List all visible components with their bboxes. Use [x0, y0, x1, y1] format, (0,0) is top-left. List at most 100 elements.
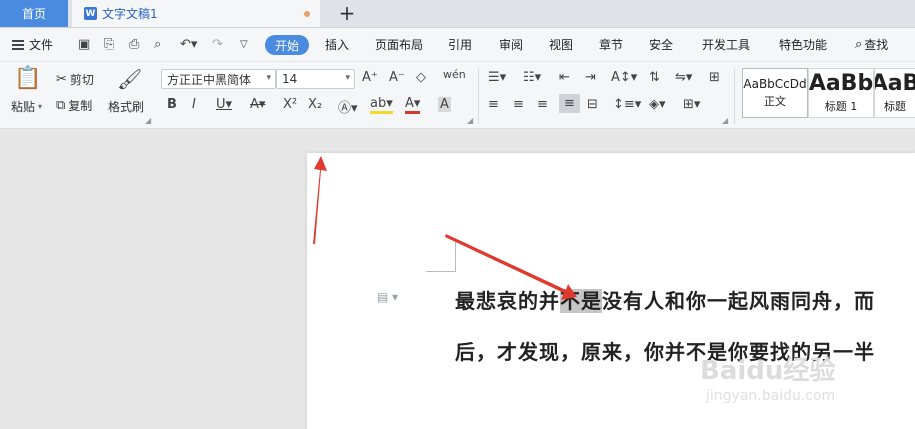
align-center-icon[interactable]: ≡ [513, 97, 524, 112]
tab-special-features[interactable]: 特色功能 [779, 36, 827, 53]
sort-icon[interactable]: ⇅ [649, 70, 660, 85]
redo-icon[interactable]: ↷ [212, 37, 223, 52]
tab-start[interactable]: 开始 [265, 35, 309, 55]
paste-label-button[interactable]: 粘贴 ▾ [11, 98, 42, 115]
tab-bar: 首页 W 文字文稿1 + [0, 0, 915, 28]
paragraph-handle-icon[interactable]: ▤ ▾ [377, 290, 398, 304]
justify-icon[interactable]: ≡ [559, 94, 580, 113]
style-label: 正文 [764, 95, 786, 108]
style-normal[interactable]: AaBbCcDd 正文 [742, 68, 808, 118]
watermark-url: jingyan.baidu.com [706, 388, 836, 404]
search-button[interactable]: ⌕ 查找 [855, 36, 888, 53]
tab-chapter[interactable]: 章节 [599, 36, 623, 53]
wps-writer-icon: W [84, 7, 97, 20]
tab-view[interactable]: 视图 [549, 36, 573, 53]
align-left-icon[interactable]: ≡ [488, 97, 499, 112]
document-tab-title: 文字文稿1 [102, 7, 158, 21]
shading-icon[interactable]: ◈▾ [649, 97, 666, 112]
watermark-logo: Baidu经验 [700, 356, 836, 386]
font-size-value: 14 [282, 72, 298, 86]
ribbon-separator [478, 68, 479, 124]
bullets-icon[interactable]: ☰▾ [488, 70, 506, 85]
style-label: 标题 [884, 100, 906, 113]
style-heading-1[interactable]: AaBb 标题 1 [808, 68, 874, 118]
scissors-icon: ✂ [56, 72, 67, 87]
tab-review[interactable]: 审阅 [499, 36, 523, 53]
style-sample: AaB [875, 71, 915, 96]
shrink-font-icon[interactable]: A⁻ [389, 70, 405, 85]
unsaved-dot-icon [304, 11, 310, 17]
paste-button[interactable]: 📋 [14, 68, 41, 90]
clear-format-icon[interactable]: ◇ [416, 70, 426, 85]
selected-text[interactable]: 不是 [560, 289, 602, 313]
save-icon[interactable]: ▣ [78, 37, 90, 52]
file-menu-button[interactable]: 文件 [12, 36, 53, 53]
font-launcher-icon[interactable]: ◢ [467, 116, 473, 125]
style-sample: AaBbCcDd [743, 77, 807, 91]
tab-security[interactable]: 安全 [649, 36, 673, 53]
file-menu-label: 文件 [29, 38, 54, 52]
numbering-icon[interactable]: ☷▾ [523, 70, 541, 85]
decrease-indent-icon[interactable]: ⇤ [559, 70, 570, 85]
text-run: 没有人和你一起风雨同舟，而 [602, 289, 875, 313]
tab-document[interactable]: W 文字文稿1 [72, 0, 320, 27]
paragraph-launcher-icon[interactable]: ◢ [722, 116, 728, 125]
format-painter-button[interactable]: 格式刷 [108, 98, 144, 115]
font-size-combo[interactable]: 14 ▾ [276, 69, 355, 89]
cut-button[interactable]: ✂ 剪切 [56, 71, 94, 88]
font-name-dropdown-icon: ▾ [266, 73, 271, 83]
character-shading-icon[interactable]: A [438, 97, 451, 112]
font-color-icon[interactable]: A▾ [405, 97, 421, 114]
clipboard-launcher-icon[interactable]: ◢ [145, 116, 151, 125]
increase-indent-icon[interactable]: ⇥ [585, 70, 596, 85]
copy-button[interactable]: ⧉ 复制 [56, 97, 92, 114]
borders-icon[interactable]: ⊞▾ [683, 97, 700, 112]
export-pdf-icon[interactable]: ⎘ [104, 37, 114, 52]
show-hide-marks-icon[interactable]: ⇋▾ [675, 70, 692, 85]
line-spacing-icon[interactable]: ↕≡▾ [613, 97, 641, 112]
tab-references[interactable]: 引用 [448, 36, 472, 53]
format-painter-icon[interactable]: 🖌 [117, 68, 142, 90]
font-size-dropdown-icon: ▾ [345, 73, 350, 83]
undo-icon[interactable]: ↶▾ [180, 37, 197, 52]
print-preview-icon[interactable]: ⌕ [154, 37, 161, 52]
hamburger-icon [12, 39, 24, 50]
italic-icon[interactable]: I [192, 97, 196, 112]
align-right-icon[interactable]: ≡ [537, 97, 548, 112]
text-effect-icon[interactable]: Ⓐ▾ [338, 97, 358, 116]
phonetic-guide-icon[interactable]: wén [443, 68, 466, 81]
menu-bar: 文件 ▣ ⎘ ⎙ ⌕ ↶▾ ↷ ▽ 开始 插入 页面布局 引用 审阅 视图 章节… [0, 28, 915, 61]
print-icon[interactable]: ⎙ [129, 37, 139, 52]
font-name-value: 方正正中黑简体 [167, 72, 252, 87]
strikethrough-icon[interactable]: A▾ [250, 97, 265, 112]
tab-home[interactable]: 首页 [0, 0, 68, 27]
grow-font-icon[interactable]: A⁺ [362, 70, 378, 85]
text-direction-icon[interactable]: A↕▾ [611, 70, 637, 85]
document-line-1[interactable]: 最悲哀的并不是没有人和你一起风雨同舟，而 [455, 285, 875, 314]
underline-icon[interactable]: U▾ [216, 97, 232, 112]
copy-label: 复制 [68, 99, 93, 113]
format-painter-label: 格式刷 [108, 100, 145, 114]
subscript-icon[interactable]: X₂ [308, 97, 322, 112]
page-margin-corner-mark [426, 242, 456, 272]
search-icon: ⌕ [855, 37, 863, 52]
text-run: 最悲哀的并 [455, 289, 560, 313]
highlight-icon[interactable]: ab▾ [370, 97, 393, 114]
tab-page-layout[interactable]: 页面布局 [375, 36, 423, 53]
paste-icon: 📋 [14, 66, 42, 91]
font-name-combo[interactable]: 方正正中黑简体 ▾ [161, 69, 276, 89]
bold-icon[interactable]: B [167, 97, 177, 112]
copy-icon: ⧉ [56, 98, 66, 113]
tab-developer-tools[interactable]: 开发工具 [702, 36, 750, 53]
new-tab-button[interactable]: + [336, 2, 358, 24]
paste-dropdown-icon: ▾ [38, 102, 43, 111]
distributed-icon[interactable]: ⊟ [587, 97, 598, 112]
ribbon-separator [734, 68, 735, 124]
cut-label: 剪切 [69, 73, 94, 87]
tab-insert[interactable]: 插入 [325, 36, 349, 53]
superscript-icon[interactable]: X² [283, 97, 297, 112]
ribbon-start: 📋 粘贴 ▾ ✂ 剪切 ⧉ 复制 🖌 格式刷 ◢ 方正正中黑简体 ▾ 14 ▾ … [0, 62, 915, 129]
table-grid-icon[interactable]: ⊞ [709, 70, 720, 85]
style-heading[interactable]: AaB 标题 [874, 68, 915, 118]
customize-toolbar-icon[interactable]: ▽ [240, 39, 248, 50]
